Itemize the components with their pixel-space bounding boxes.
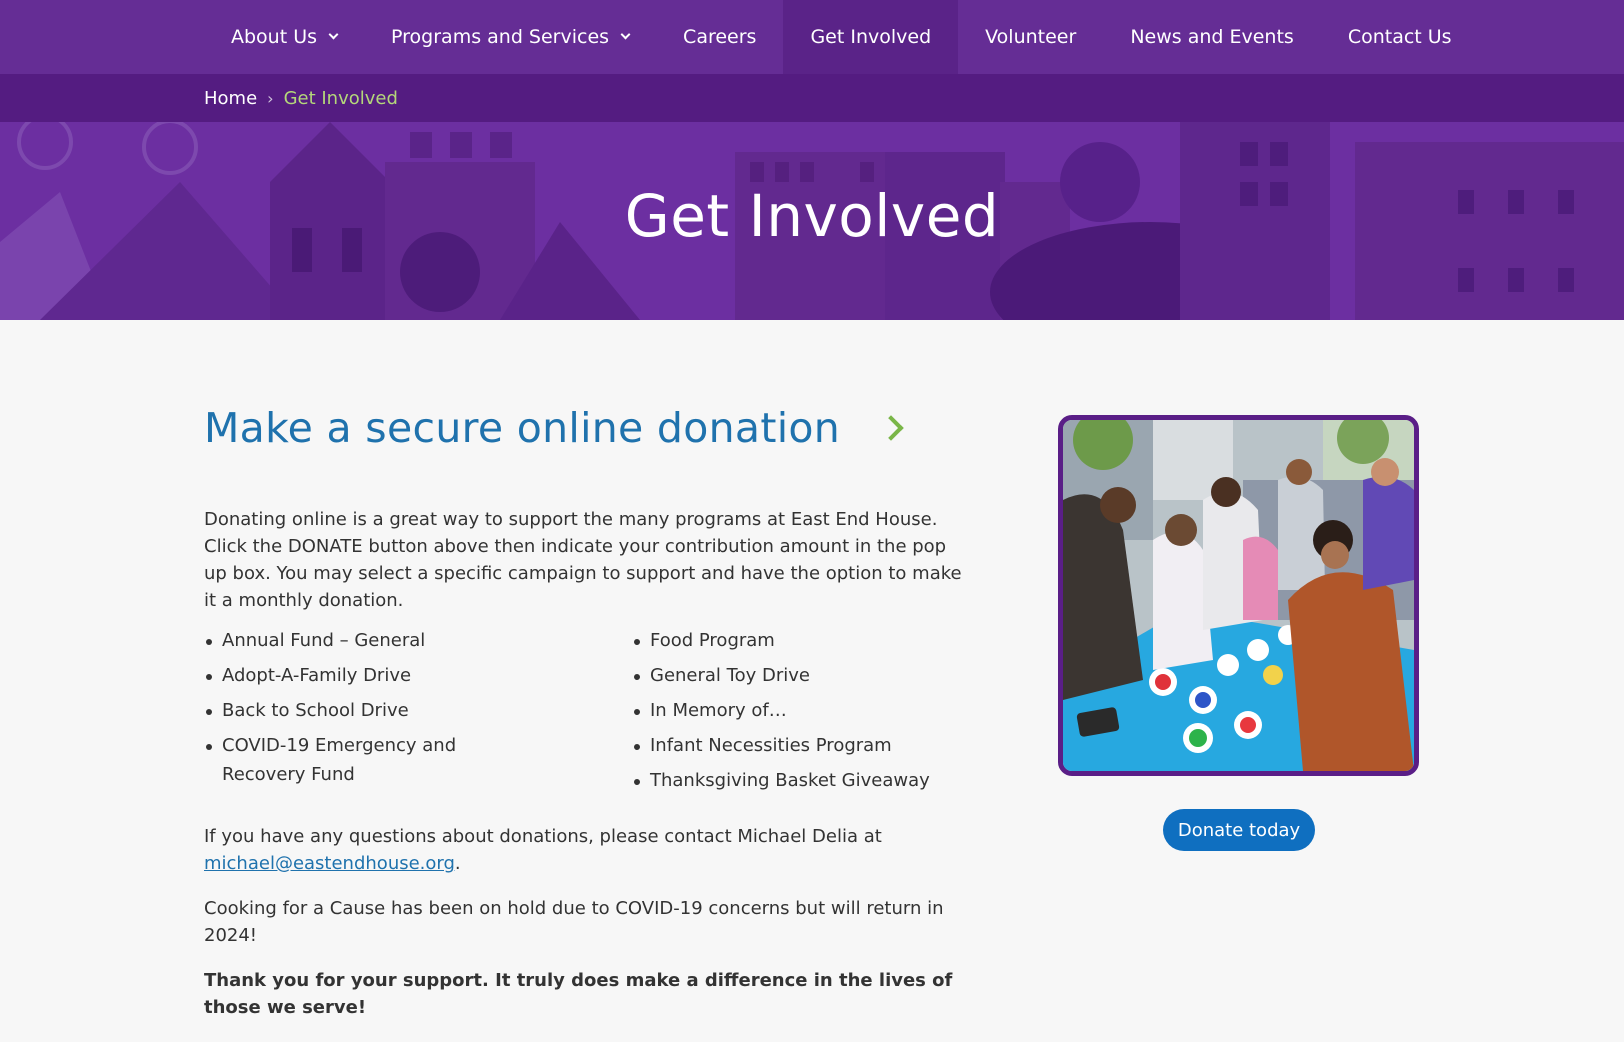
- chevron-down-icon: [328, 29, 339, 40]
- breadcrumb-separator-icon: ›: [267, 88, 274, 108]
- list-item: Food Program: [632, 626, 930, 655]
- nav-item-volunteer[interactable]: Volunteer: [958, 0, 1103, 74]
- nav-label: News and Events: [1130, 26, 1294, 48]
- page-title: Get Involved: [624, 182, 1000, 250]
- breadcrumb-bar: Home › Get Involved: [0, 74, 1624, 122]
- nav-item-get-involved[interactable]: Get Involved: [783, 0, 959, 74]
- chevron-right-icon: [878, 415, 904, 441]
- nav-label: About Us: [231, 26, 318, 48]
- campaign-list-right: Food Program General Toy Drive In Memory…: [632, 626, 930, 801]
- list-item: Back to School Drive: [204, 696, 524, 725]
- donation-heading-link[interactable]: Make a secure online donation: [204, 400, 984, 456]
- list-item: In Memory of…: [632, 696, 930, 725]
- period-text: .: [454, 853, 461, 874]
- thanks-paragraph: Thank you for your support. It truly doe…: [204, 970, 953, 1018]
- questions-paragraph: If you have any questions about donation…: [204, 823, 984, 877]
- nav-item-careers[interactable]: Careers: [656, 0, 783, 74]
- list-item: COVID-19 Emergency and Recovery Fund: [204, 731, 524, 789]
- questions-text: If you have any questions about donation…: [204, 826, 882, 847]
- nav-item-news-and-events[interactable]: News and Events: [1103, 0, 1321, 74]
- list-item: Annual Fund – General: [204, 626, 524, 655]
- nav-label: Volunteer: [985, 26, 1077, 48]
- nav-label: Careers: [683, 26, 757, 48]
- nav-item-programs-and-services[interactable]: Programs and Services: [364, 0, 656, 74]
- list-item: Infant Necessities Program: [632, 731, 930, 760]
- nav-item-contact-us[interactable]: Contact Us: [1321, 0, 1479, 74]
- list-item: Thanksgiving Basket Giveaway: [632, 766, 930, 795]
- list-item: General Toy Drive: [632, 661, 930, 690]
- community-event-photo: [1058, 415, 1419, 776]
- breadcrumb-home-link[interactable]: Home: [204, 88, 257, 109]
- nav-item-about-us[interactable]: About Us: [204, 0, 364, 74]
- donate-today-button[interactable]: Donate today: [1163, 809, 1315, 851]
- nav-label: Get Involved: [810, 26, 932, 48]
- nav-label: Contact Us: [1347, 26, 1452, 48]
- main-content: Make a secure online donation Donating o…: [204, 400, 984, 1021]
- nav-label: Programs and Services: [391, 26, 610, 48]
- email-link[interactable]: michael@eastendhouse.org: [204, 853, 455, 874]
- campaign-lists: Annual Fund – General Adopt-A-Family Dri…: [204, 626, 984, 801]
- hero-banner: Get Involved: [0, 122, 1624, 320]
- donation-intro-text: Donating online is a great way to suppor…: [204, 509, 962, 611]
- photo-illustration: [1063, 420, 1414, 771]
- chevron-down-icon: [620, 29, 631, 40]
- campaign-list-left: Annual Fund – General Adopt-A-Family Dri…: [204, 626, 632, 801]
- main-navigation: About Us Programs and Services Careers G…: [0, 0, 1624, 74]
- cooking-paragraph: Cooking for a Cause has been on hold due…: [204, 898, 944, 946]
- list-item: Adopt-A-Family Drive: [204, 661, 524, 690]
- breadcrumb-current: Get Involved: [283, 87, 398, 109]
- donation-heading: Make a secure online donation: [204, 404, 841, 452]
- breadcrumb: Home › Get Involved: [204, 74, 398, 122]
